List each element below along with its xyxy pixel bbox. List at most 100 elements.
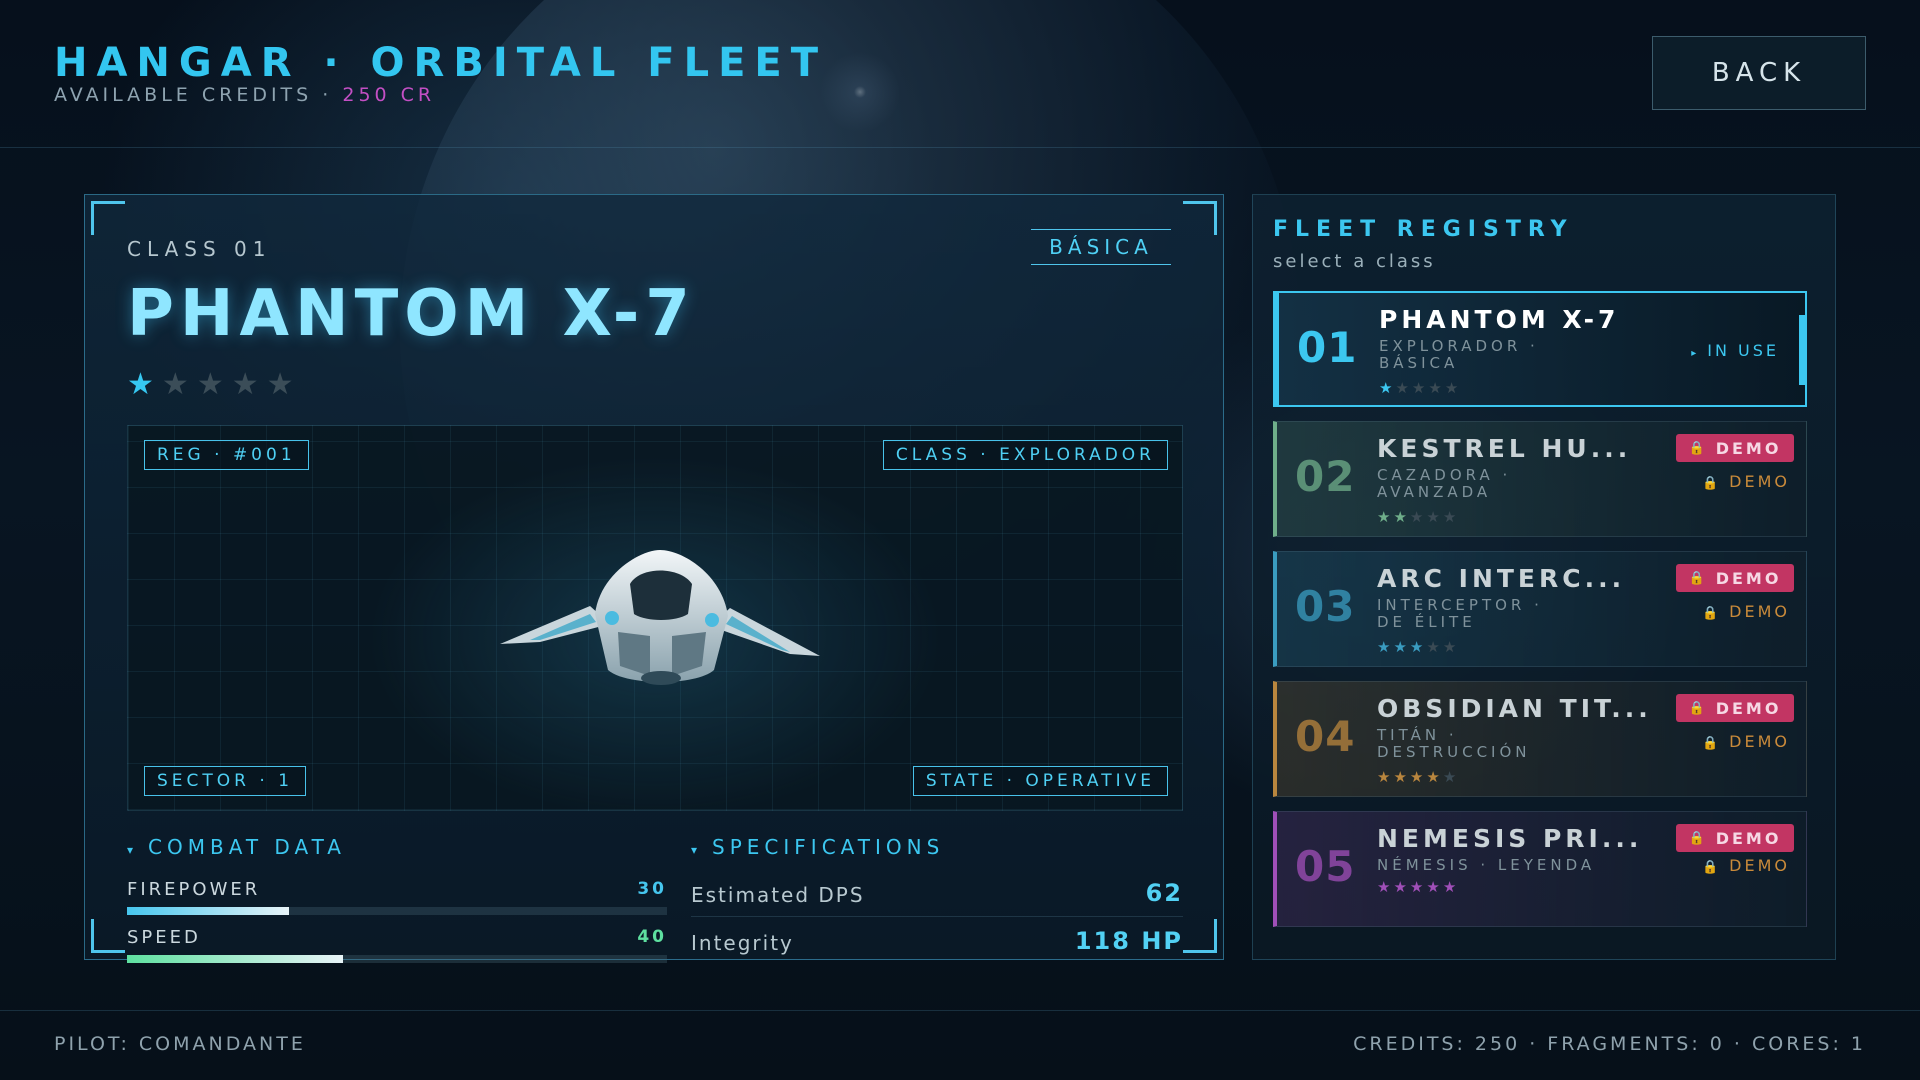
stat-speed: SPEED 40 [127,927,667,963]
demo-text-label: DEMO [1729,602,1790,621]
page-title: HANGAR · ORBITAL FLEET [54,40,828,86]
fleet-slot-kestrel[interactable]: 02 KESTREL HU... CAZADORA · AVANZADA ★★★… [1273,421,1807,537]
in-use-indicator: ▸ IN USE [1691,341,1779,360]
spec-dps: Estimated DPS 62 [691,877,1183,917]
star-empty-icon: ★ [1395,379,1412,397]
specs-heading-text: SPECIFICATIONS [712,835,945,859]
stat-bar-fill [127,907,289,915]
combat-heading-text: COMBAT DATA [148,835,346,859]
stat-bar [127,955,667,963]
stat-value: 40 [637,927,667,947]
spec-integrity: Integrity 118 HP [691,925,1183,965]
credits-readout: AVAILABLE CREDITS · 250 CR [54,84,435,106]
class-tag: CLASS · EXPLORADOR [882,440,1168,470]
ship-class-label: CLASS 01 [127,237,272,261]
spec-label: Integrity [691,931,794,955]
star-empty-icon: ★ [1428,379,1445,397]
fleet-slot-arc[interactable]: 03 ARC INTERC... INTERCEPTOR · DE ÉLITE … [1273,551,1807,667]
stat-bar [127,907,667,915]
lock-icon: 🔒 [1688,830,1708,846]
slot-number: 04 [1295,712,1356,761]
star-empty-icon: ★ [1411,379,1429,397]
lock-icon: 🔒 [1688,440,1708,456]
slot-class: INTERCEPTOR · DE ÉLITE [1377,596,1543,631]
corner-bracket [91,919,125,953]
tier-badge: BÁSICA [1031,229,1171,265]
combat-data-heading: ▾ COMBAT DATA [127,835,346,859]
header: HANGAR · ORBITAL FLEET AVAILABLE CREDITS… [0,0,1920,148]
demo-lock-label: 🔒 DEMO [1702,732,1790,751]
star-empty-icon: ★ [1409,508,1427,526]
credits-label: AVAILABLE CREDITS · [54,84,333,106]
footer: PILOT: COMANDANTE CREDITS: 250 · FRAGMEN… [0,1010,1920,1080]
slot-number: 02 [1295,452,1356,501]
star-empty-icon: ★ [266,367,302,402]
slot-ship-name: PHANTOM X-7 [1379,305,1620,334]
specifications-heading: ▾ SPECIFICATIONS [691,835,944,859]
fleet-slot-obsidian[interactable]: 04 OBSIDIAN TIT... TITÁN · DESTRUCCIÓN ★… [1273,681,1807,797]
star-empty-icon: ★ [1442,508,1460,526]
star-filled-icon: ★ [1377,638,1394,656]
stat-label: SPEED [127,927,201,948]
demo-badge: 🔒 DEMO [1676,564,1794,592]
star-empty-icon: ★ [1426,638,1443,656]
ship-viewport: REG · #001 CLASS · EXPLORADOR SECTOR · 1… [127,425,1183,811]
star-filled-icon: ★ [1393,768,1410,786]
slot-ship-name: OBSIDIAN TIT... [1377,694,1652,723]
slot-rating-stars: ★★★★★ [1377,638,1459,656]
demo-lock-label: 🔒 DEMO [1702,472,1790,491]
pilot-name: PILOT: COMANDANTE [54,1033,306,1055]
registry-subtitle: select a class [1273,251,1436,272]
back-button[interactable]: BACK [1652,36,1866,110]
slot-rating-stars: ★★★★★ [1379,379,1461,397]
slot-class: CAZADORA · AVANZADA [1377,466,1512,501]
slot-ship-name: ARC INTERC... [1377,564,1626,593]
star-empty-icon: ★ [1444,379,1462,397]
slot-rating-stars: ★★★★★ [1377,878,1459,896]
spec-value: 118 HP [1074,927,1183,955]
rating-stars: ★★★★★ [127,367,302,402]
lock-icon: 🔒 [1701,736,1722,751]
slot-number: 01 [1297,323,1358,372]
demo-text-label: DEMO [1729,856,1790,875]
lock-icon: 🔒 [1688,570,1708,586]
registration-tag: REG · #001 [144,440,309,470]
demo-lock-label: 🔒 DEMO [1702,856,1790,875]
star-filled-icon: ★ [1393,878,1410,896]
demo-badge: 🔒 DEMO [1676,824,1794,852]
star-filled-icon: ★ [1377,508,1394,526]
state-tag: STATE · OPERATIVE [912,766,1168,796]
star-filled-icon: ★ [1409,638,1427,656]
bullet-icon: ▾ [691,843,703,857]
demo-text-label: DEMO [1729,732,1790,751]
corner-bracket [1183,201,1217,235]
fleet-slot-nemesis[interactable]: 05 NEMESIS PRI... NÉMESIS · LEYENDA ★★★★… [1273,811,1807,927]
ship-detail-card: CLASS 01 BÁSICA PHANTOM X-7 ★★★★★ REG · … [84,194,1224,963]
stat-firepower: FIREPOWER 30 [127,879,667,915]
in-use-label: IN USE [1707,341,1779,360]
stat-bar-fill [127,955,343,963]
resource-summary: CREDITS: 250 · FRAGMENTS: 0 · CORES: 1 [1353,1033,1866,1055]
star-filled-icon: ★ [1426,878,1443,896]
lock-icon: 🔒 [1701,606,1722,621]
slot-number: 03 [1295,582,1356,631]
stat-value: 30 [637,879,667,899]
ship-name: PHANTOM X-7 [127,277,696,351]
slot-class: EXPLORADOR · BÁSICA [1379,337,1539,372]
lock-icon: 🔒 [1701,860,1722,875]
fleet-slot-phantom[interactable]: 01 PHANTOM X-7 EXPLORADOR · BÁSICA ★★★★★… [1273,291,1807,407]
demo-badge: 🔒 DEMO [1676,694,1794,722]
star-filled-icon: ★ [1426,768,1443,786]
star-empty-icon: ★ [1442,768,1460,786]
slot-number: 05 [1295,842,1356,891]
star-empty-icon: ★ [231,367,267,402]
star-filled-icon: ★ [1393,508,1410,526]
star-empty-icon: ★ [1426,508,1443,526]
star-empty-icon: ★ [1442,638,1460,656]
star-empty-icon: ★ [196,367,232,402]
spec-value: 62 [1145,879,1183,907]
demo-badge-label: DEMO [1715,698,1782,718]
star-filled-icon: ★ [1379,379,1396,397]
demo-lock-label: 🔒 DEMO [1702,602,1790,621]
star-empty-icon: ★ [161,367,197,402]
